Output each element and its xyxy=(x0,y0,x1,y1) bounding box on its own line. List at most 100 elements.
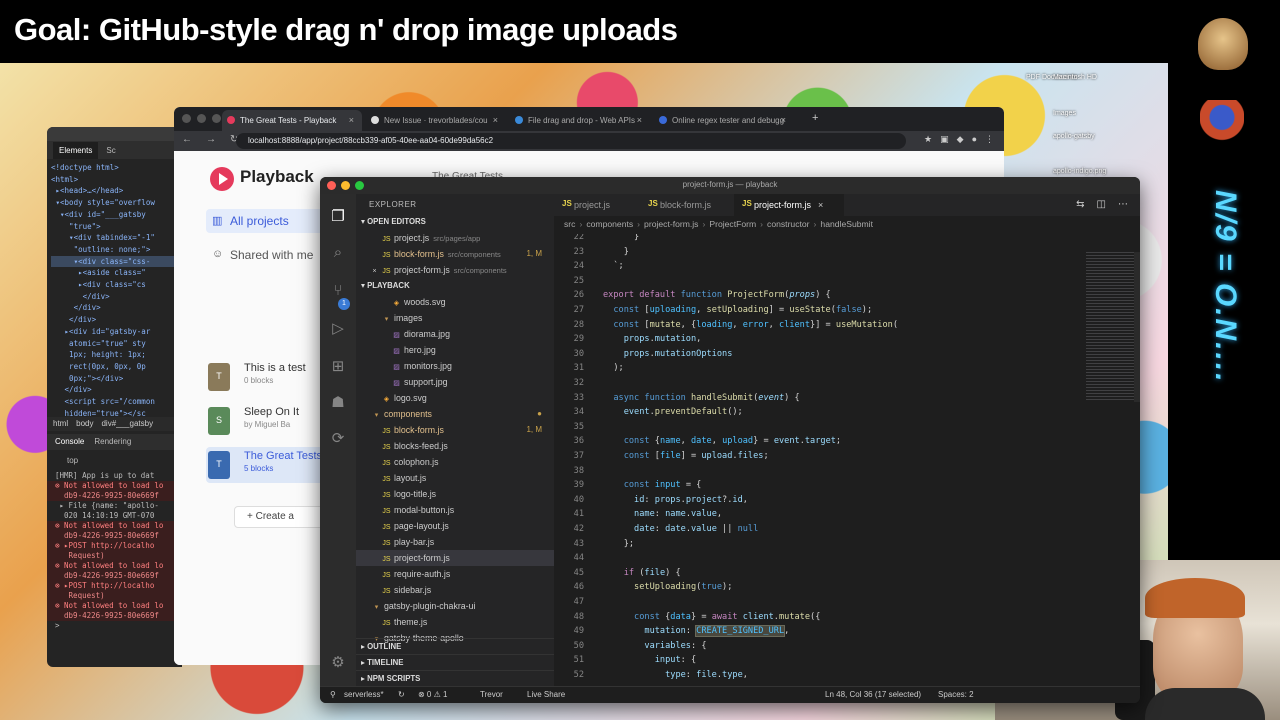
dom-node[interactable]: <html> xyxy=(51,174,178,186)
file-item[interactable]: ◈ logo.svg xyxy=(356,390,554,406)
code-line[interactable]: type: file.type, xyxy=(603,670,748,680)
status-branch[interactable]: serverless* xyxy=(344,690,384,699)
devtools-tab-sources[interactable]: Sc xyxy=(106,146,115,155)
code-line[interactable]: props.mutation, xyxy=(603,334,702,344)
breadcrumb-item[interactable]: src xyxy=(564,219,575,229)
file-item[interactable]: ▨ hero.jpg xyxy=(356,342,554,358)
devtools-tab-elements[interactable]: Elements xyxy=(53,141,99,159)
close-tab-icon[interactable]: × xyxy=(493,115,498,125)
code-line[interactable]: const input = { xyxy=(603,480,702,490)
file-item[interactable]: JS page-layout.js xyxy=(356,518,554,534)
open-editor-item[interactable]: JS project.js src/pages/app xyxy=(356,230,554,246)
crumb[interactable]: body xyxy=(76,419,93,429)
drawer-tab-console[interactable]: Console xyxy=(55,437,84,447)
dom-node[interactable]: </div> xyxy=(51,314,178,326)
project-list-item[interactable]: S Sleep On It by Miguel Ba xyxy=(206,403,331,439)
browser-tab[interactable]: New Issue · trevorblades/cou × xyxy=(366,110,506,131)
new-tab-button[interactable]: + xyxy=(812,112,818,124)
dom-node[interactable]: ▸<div class="cs xyxy=(51,279,178,291)
docker-icon[interactable]: ☗ xyxy=(329,394,347,412)
dom-node[interactable]: ▾<body style="overflow xyxy=(51,197,178,209)
code-line[interactable]: ); xyxy=(603,363,623,373)
file-item[interactable]: JS block-form.js 1, M xyxy=(356,422,554,438)
create-project-button[interactable]: + Create a xyxy=(234,506,334,528)
code-line[interactable]: } xyxy=(603,234,639,242)
code-line[interactable]: id: props.project?.id, xyxy=(603,495,748,505)
remote-icon[interactable]: ⚲ xyxy=(330,690,336,699)
close-tab-icon[interactable]: × xyxy=(781,115,786,125)
breadcrumb-item[interactable]: constructor xyxy=(767,219,810,229)
code-view[interactable]: 22 } 23 } 24 `; 25 26 export default function… xyxy=(554,234,1080,686)
dom-node[interactable]: ▸<head>…</head> xyxy=(51,185,178,197)
dom-node[interactable]: ▾<div class="css- xyxy=(51,255,178,268)
live-share-button[interactable]: Live Share xyxy=(527,690,565,699)
desktop-icon-label[interactable]: apollo-gatsby xyxy=(1053,133,1095,140)
address-bar[interactable]: localhost:8888/app/project/88ccb339-af05… xyxy=(236,133,906,149)
crumb[interactable]: html xyxy=(53,419,68,429)
dom-node[interactable]: "outline: none;"> xyxy=(51,244,178,256)
dom-node[interactable]: </div> xyxy=(51,302,178,314)
extension-icon[interactable]: ▣ xyxy=(940,134,949,145)
status-indentation[interactable]: Spaces: 2 xyxy=(938,690,974,699)
close-tab-icon[interactable]: × xyxy=(349,115,354,125)
code-line[interactable]: const [uploading, setUploading] = useSta… xyxy=(603,305,872,315)
dom-node[interactable]: atomic="true" sty xyxy=(51,338,178,350)
dom-node[interactable]: 1px; height: 1px; xyxy=(51,349,178,361)
dom-node[interactable]: rect(0px, 0px, 0p xyxy=(51,361,178,373)
open-editor-item[interactable]: × JS project-form.js src/components xyxy=(356,262,554,278)
file-item[interactable]: ▨ support.jpg xyxy=(356,374,554,390)
status-user[interactable]: Trevor xyxy=(480,690,503,699)
run-debug-icon[interactable]: ▷ xyxy=(329,320,347,338)
code-line[interactable]: } xyxy=(603,247,629,257)
playback-logo-icon[interactable] xyxy=(210,167,234,191)
dom-node[interactable]: ▾<div id="___gatsby xyxy=(51,209,178,221)
browser-tab[interactable]: Online regex tester and debugg × xyxy=(654,110,794,131)
file-item[interactable]: JS blocks-feed.js xyxy=(356,438,554,454)
browser-tab[interactable]: File drag and drop - Web APIs × xyxy=(510,110,650,131)
status-problems[interactable]: ⊗ 0 ⚠ 1 xyxy=(418,690,447,699)
more-actions-icon[interactable]: ⋯ xyxy=(1118,199,1128,210)
code-line[interactable]: variables: { xyxy=(603,641,706,651)
code-line[interactable]: }; xyxy=(603,539,634,549)
folder-item[interactable]: ▾ images xyxy=(356,310,554,326)
sidebar-section-timeline[interactable]: ▸ TIMELINE xyxy=(356,654,554,670)
code-line[interactable]: event.preventDefault(); xyxy=(603,407,743,417)
code-line[interactable]: setUploading(true); xyxy=(603,582,732,592)
forward-arrow-icon[interactable]: → xyxy=(206,134,216,145)
file-item[interactable]: ▨ monitors.jpg xyxy=(356,358,554,374)
dom-node[interactable]: <script src="/common xyxy=(51,396,178,408)
status-cursor-position[interactable]: Ln 48, Col 36 (17 selected) xyxy=(825,690,921,699)
sync-icon[interactable]: ↻ xyxy=(398,690,405,699)
extension-icon[interactable]: ◆ xyxy=(957,134,964,145)
extension-icon[interactable]: ● xyxy=(972,134,977,145)
sidebar-section-outline[interactable]: ▸ OUTLINE xyxy=(356,638,554,654)
desktop-icon-label[interactable]: Macintosh HD xyxy=(1053,74,1097,81)
back-arrow-icon[interactable]: ← xyxy=(182,134,192,145)
desktop-icon-label[interactable]: Images xyxy=(1053,110,1076,117)
dom-node[interactable]: ▸<aside class=" xyxy=(51,267,178,279)
close-icon[interactable]: × xyxy=(370,264,379,280)
bookmark-star-icon[interactable]: ★ xyxy=(924,134,932,145)
file-item[interactable]: JS theme.js xyxy=(356,614,554,630)
code-line[interactable]: mutation: CREATE_SIGNED_URL, xyxy=(603,625,789,638)
open-editor-item[interactable]: JS block-form.js src/components 1, M xyxy=(356,246,554,262)
editor-tab[interactable]: JS block-form.js xyxy=(640,194,730,216)
file-item[interactable]: JS require-auth.js xyxy=(356,566,554,582)
close-window-button[interactable] xyxy=(182,114,191,123)
code-line[interactable]: const [file] = upload.files; xyxy=(603,451,769,461)
code-line[interactable]: const [mutate, {loading, error, client}]… xyxy=(603,320,898,330)
desktop-icon-label[interactable]: apollo-indigo.png xyxy=(1053,168,1106,175)
project-list-item[interactable]: T This is a test 0 blocks xyxy=(206,359,331,395)
crumb[interactable]: div#___gatsby xyxy=(101,419,153,429)
code-line[interactable]: name: name.value, xyxy=(603,509,722,519)
dom-node[interactable]: </div> xyxy=(51,384,178,396)
dom-node[interactable]: ▾<div tabindex="-1" xyxy=(51,232,178,244)
breadcrumb-item[interactable]: components xyxy=(586,219,633,229)
code-line[interactable]: date: date.value || null xyxy=(603,524,758,534)
open-editors-section[interactable]: ▾ OPEN EDITORS xyxy=(356,214,554,230)
workspace-section[interactable]: ▾ PLAYBACK xyxy=(356,278,554,294)
zoom-window-button[interactable] xyxy=(212,114,221,123)
code-line[interactable]: `; xyxy=(603,261,623,271)
scrollbar[interactable] xyxy=(1134,252,1140,402)
dom-node[interactable]: 0px;"></div> xyxy=(51,373,178,385)
